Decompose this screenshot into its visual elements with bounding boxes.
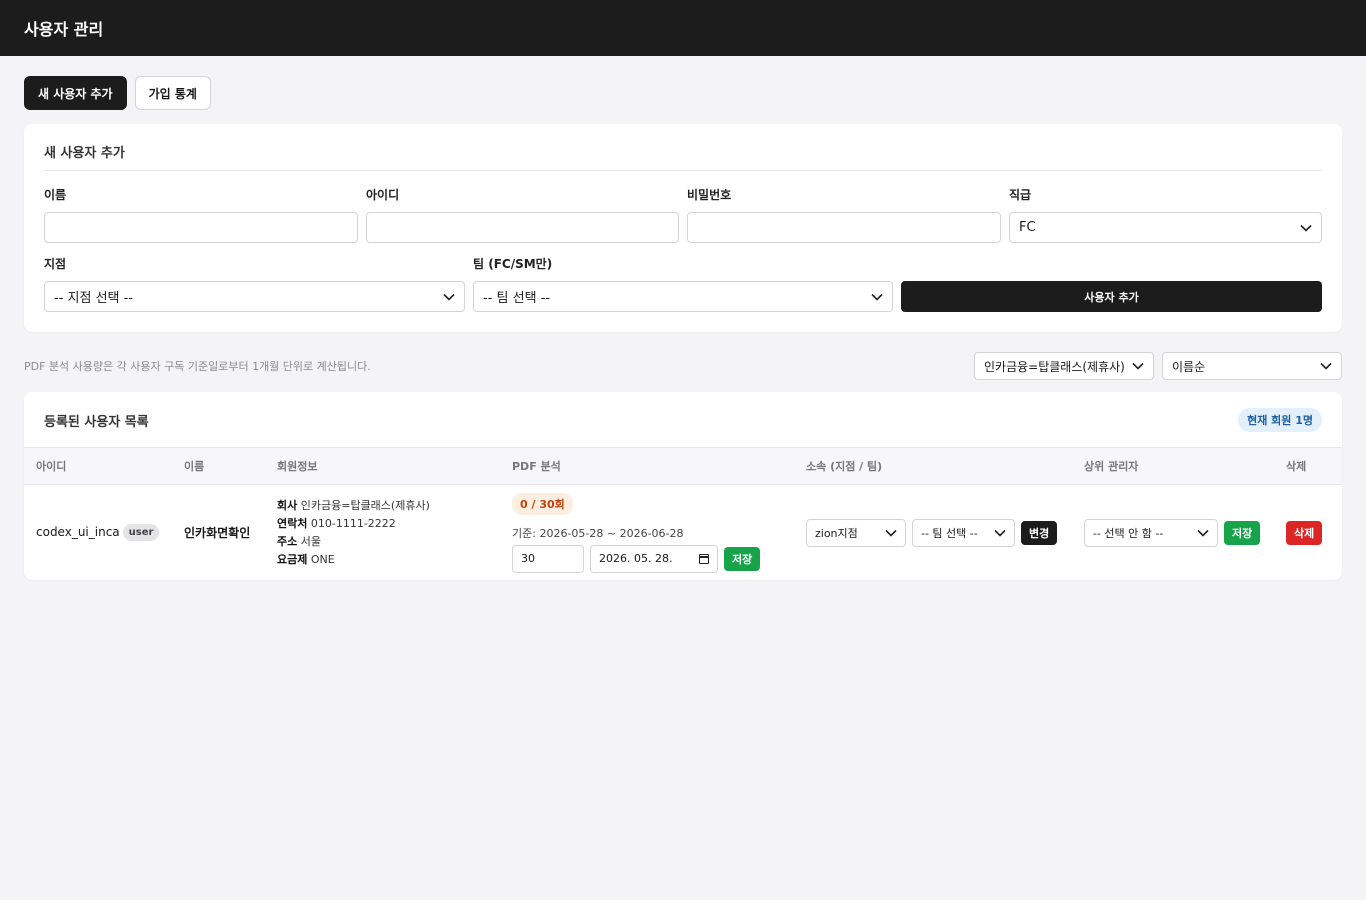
delete-user-button[interactable]: 삭제	[1286, 520, 1323, 545]
id-field-group: 아이디	[366, 186, 679, 243]
tab-bar: 새 사용자 추가 가입 통계	[24, 76, 1342, 110]
phone-label: 연락처	[277, 516, 308, 530]
pdf-analysis-cell: 0 / 30회 기준: 2026-05-28 ~ 2026-06-28 30 2…	[512, 492, 806, 573]
usage-controls: 30 2026. 05. 28. 저장	[512, 544, 806, 573]
add-user-button[interactable]: 사용자 추가	[901, 281, 1322, 312]
chevron-down-icon	[871, 293, 883, 301]
member-count-badge: 현재 회원 1명	[1238, 408, 1322, 432]
team-row-value: -- 팀 선택 --	[921, 526, 978, 540]
rank-select-value: FC	[1019, 220, 1036, 235]
sort-select-value: 이름순	[1172, 359, 1206, 374]
member-info-cell: 회사 인카금융=탑클래스(제휴사) 연락처 010-1111-2222 주소 서…	[277, 497, 512, 569]
name-input[interactable]	[44, 212, 358, 243]
phone-line: 연락처 010-1111-2222	[277, 515, 512, 533]
password-label: 비밀번호	[687, 188, 732, 202]
team-row-select[interactable]: -- 팀 선택 --	[912, 518, 1015, 547]
tab-signup-stats[interactable]: 가입 통계	[134, 76, 211, 110]
chevron-down-icon	[885, 529, 897, 537]
calendar-icon[interactable]	[699, 553, 709, 564]
plan-value: ONE	[310, 552, 335, 566]
manager-cell: -- 선택 안 함 -- 저장	[1084, 518, 1286, 547]
column-header-affiliation: 소속 (지점 / 팀)	[806, 460, 883, 473]
usage-limit-input[interactable]: 30	[512, 544, 584, 573]
user-list-card: 등록된 사용자 목록 현재 회원 1명 아이디 이름 회원정보 PDF 분석 소…	[24, 392, 1342, 580]
table-row: codex_ui_inca user 인카화면확인 회사 인카금융=탑클래스(제휴…	[24, 485, 1342, 580]
team-label: 팀 (FC/SM만)	[473, 257, 553, 271]
table-header: 아이디 이름 회원정보 PDF 분석 소속 (지점 / 팀) 상위 관리자 삭제	[24, 448, 1342, 485]
company-filter-select[interactable]: 인카금융=탑클래스(제휴사)	[974, 352, 1154, 380]
branch-row-value: zion지점	[815, 526, 858, 540]
save-usage-button[interactable]: 저장	[724, 546, 761, 571]
team-select[interactable]: -- 팀 선택 --	[473, 281, 893, 312]
name-label: 이름	[44, 188, 67, 202]
branch-label: 지점	[44, 257, 67, 271]
sort-select[interactable]: 이름순	[1162, 352, 1342, 380]
password-input[interactable]	[687, 212, 1001, 243]
usage-note: PDF 분석 사용량은 각 사용자 구독 기준일로부터 1개월 단위로 계산됩니…	[24, 360, 371, 373]
rank-field-group: 직급 FC	[1009, 186, 1322, 243]
base-date-value: 2026. 05. 28.	[599, 552, 673, 565]
phone-value: 010-1111-2222	[310, 516, 396, 530]
chevron-down-icon	[1197, 529, 1209, 537]
change-affiliation-button[interactable]: 변경	[1021, 520, 1058, 545]
name-field-group: 이름	[44, 186, 358, 243]
base-date-input[interactable]: 2026. 05. 28.	[590, 544, 718, 573]
address-value: 서울	[300, 534, 321, 548]
usage-badge: 0 / 30회	[512, 492, 573, 515]
role-badge: user	[122, 524, 160, 541]
user-name-cell: 인카화면확인	[184, 526, 251, 540]
address-line: 주소 서울	[277, 533, 512, 551]
column-header-delete: 삭제	[1286, 460, 1307, 473]
usage-period: 기준: 2026-05-28 ~ 2026-06-28	[512, 526, 684, 540]
branch-row-select[interactable]: zion지점	[806, 518, 906, 547]
page-title: 사용자 관리	[24, 20, 104, 39]
add-user-form: 새 사용자 추가 이름 아이디 비밀번호 직급 FC 지점 -- 지점 선택 -…	[24, 124, 1342, 332]
chevron-down-icon	[1300, 224, 1312, 232]
filter-bar: PDF 분석 사용량은 각 사용자 구독 기준일로부터 1개월 단위로 계산됩니…	[24, 352, 1342, 380]
delete-cell: 삭제	[1286, 520, 1342, 545]
company-filter-value: 인카금융=탑클래스(제휴사)	[984, 359, 1125, 374]
tab-add-user[interactable]: 새 사용자 추가	[24, 76, 127, 110]
manager-select-value: -- 선택 안 함 --	[1093, 526, 1164, 540]
branch-select[interactable]: -- 지점 선택 --	[44, 281, 465, 312]
save-manager-button[interactable]: 저장	[1224, 520, 1261, 545]
manager-select[interactable]: -- 선택 안 함 --	[1084, 518, 1218, 547]
chevron-down-icon	[1132, 362, 1144, 370]
list-title: 등록된 사용자 목록	[44, 414, 149, 430]
team-select-value: -- 팀 선택 --	[483, 291, 551, 306]
column-header-id: 아이디	[36, 460, 67, 473]
column-header-name: 이름	[184, 460, 205, 473]
company-value: 인카금융=탑클래스(제휴사)	[300, 498, 430, 512]
team-field-group: 팀 (FC/SM만) -- 팀 선택 --	[473, 255, 893, 312]
filter-controls: 인카금융=탑클래스(제휴사) 이름순	[974, 352, 1342, 380]
address-label: 주소	[277, 534, 298, 548]
branch-select-value: -- 지점 선택 --	[54, 291, 134, 306]
column-header-member-info: 회원정보	[277, 460, 318, 473]
chevron-down-icon	[443, 293, 455, 301]
company-line: 회사 인카금융=탑클래스(제휴사)	[277, 497, 512, 515]
column-header-pdf-analysis: PDF 분석	[512, 460, 561, 473]
chevron-down-icon	[1320, 362, 1332, 370]
plan-label: 요금제	[277, 552, 308, 566]
plan-line: 요금제 ONE	[277, 551, 512, 569]
rank-select[interactable]: FC	[1009, 212, 1322, 243]
password-field-group: 비밀번호	[687, 186, 1001, 243]
list-header: 등록된 사용자 목록 현재 회원 1명	[24, 392, 1342, 448]
chevron-down-icon	[994, 529, 1006, 537]
rank-label: 직급	[1009, 188, 1032, 202]
user-id-cell: codex_ui_inca user	[24, 524, 184, 541]
top-bar: 사용자 관리	[0, 0, 1366, 56]
id-label: 아이디	[366, 188, 400, 202]
form-title: 새 사용자 추가	[44, 142, 1322, 171]
user-id-text: codex_ui_inca	[36, 525, 120, 539]
branch-field-group: 지점 -- 지점 선택 --	[44, 255, 465, 312]
column-header-manager: 상위 관리자	[1084, 460, 1139, 473]
id-input[interactable]	[366, 212, 679, 243]
affiliation-cell: zion지점 -- 팀 선택 -- 변경	[806, 518, 1084, 547]
main-content: 새 사용자 추가 가입 통계 새 사용자 추가 이름 아이디 비밀번호 직급 F…	[0, 56, 1366, 580]
company-label: 회사	[277, 498, 298, 512]
